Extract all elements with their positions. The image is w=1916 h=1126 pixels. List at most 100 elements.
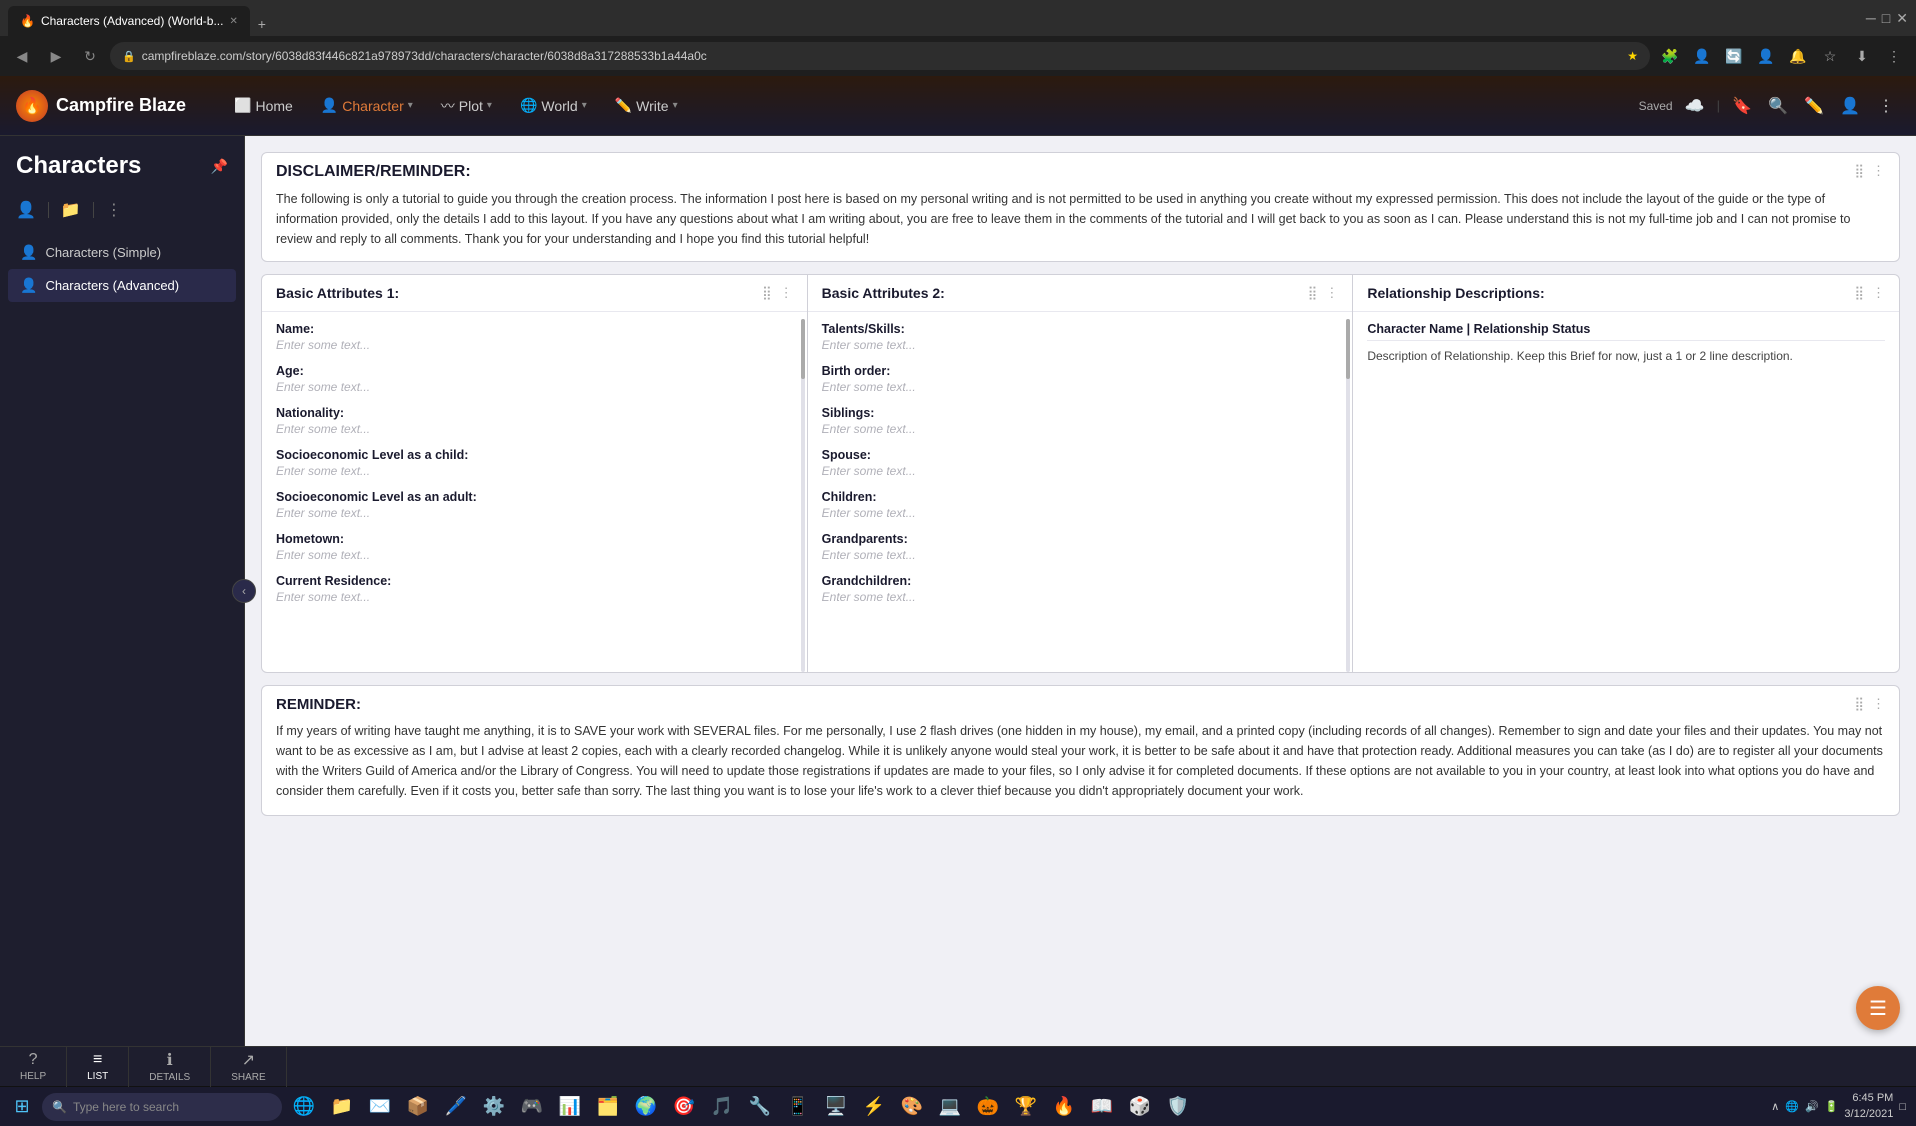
- sidebar-person-icon[interactable]: 👤: [16, 200, 36, 220]
- field-current-residence-value[interactable]: Enter some text...: [276, 590, 793, 604]
- field-hometown-value[interactable]: Enter some text...: [276, 548, 793, 562]
- taskbar-app-7[interactable]: 📊: [552, 1089, 588, 1125]
- taskbar-clock[interactable]: 6:45 PM 3/12/2021: [1844, 1091, 1893, 1122]
- taskbar-app-11[interactable]: 🎵: [704, 1089, 740, 1125]
- col3-more-icon[interactable]: ⋮: [1872, 285, 1885, 301]
- field-nationality-value[interactable]: Enter some text...: [276, 422, 793, 436]
- field-spouse-value[interactable]: Enter some text...: [822, 464, 1339, 478]
- col2-more-icon[interactable]: ⋮: [1325, 285, 1338, 301]
- taskbar-network-icon[interactable]: 🌐: [1785, 1100, 1799, 1113]
- field-grandparents-value[interactable]: Enter some text...: [822, 548, 1339, 562]
- bookmark-header-icon[interactable]: 🔖: [1728, 92, 1756, 120]
- more-options-icon[interactable]: ⋮: [1872, 92, 1900, 120]
- forward-btn[interactable]: ▶: [42, 42, 70, 70]
- account-icon[interactable]: 👤: [1836, 92, 1864, 120]
- floating-action-btn[interactable]: ☰: [1856, 986, 1900, 1030]
- col2-drag-icon[interactable]: ⣿: [1308, 285, 1318, 301]
- field-talents-value[interactable]: Enter some text...: [822, 338, 1339, 352]
- bell-icon[interactable]: 🔔: [1784, 42, 1812, 70]
- nav-home[interactable]: ⬜ Home: [222, 91, 305, 120]
- col3-drag-icon[interactable]: ⣿: [1854, 285, 1864, 301]
- col2-scrollbar[interactable]: [1346, 319, 1350, 672]
- taskbar-app-22[interactable]: 🎲: [1122, 1089, 1158, 1125]
- taskbar-app-21[interactable]: 📖: [1084, 1089, 1120, 1125]
- settings-dots-icon[interactable]: ⋮: [1880, 42, 1908, 70]
- edit-header-icon[interactable]: ✏️: [1800, 92, 1828, 120]
- taskbar-app-5[interactable]: ⚙️: [476, 1089, 512, 1125]
- new-tab-btn[interactable]: +: [250, 12, 274, 36]
- cloud-icon[interactable]: ☁️: [1681, 92, 1709, 120]
- taskbar-app-17[interactable]: 💻: [932, 1089, 968, 1125]
- toolbar-details-btn[interactable]: ℹ DETAILS: [129, 1047, 211, 1087]
- start-btn[interactable]: ⊞: [6, 1091, 38, 1123]
- field-birth-order-value[interactable]: Enter some text...: [822, 380, 1339, 394]
- taskbar-app-19[interactable]: 🏆: [1008, 1089, 1044, 1125]
- taskbar-app-16[interactable]: 🎨: [894, 1089, 930, 1125]
- app-logo[interactable]: 🔥 Campfire Blaze: [16, 90, 186, 122]
- sidebar-item-advanced[interactable]: 👤 Characters (Advanced): [8, 269, 236, 302]
- taskbar-app-12[interactable]: 🔧: [742, 1089, 778, 1125]
- sidebar-more-icon[interactable]: ⋮: [106, 200, 122, 220]
- field-children-value[interactable]: Enter some text...: [822, 506, 1339, 520]
- extensions-icon[interactable]: 🧩: [1656, 42, 1684, 70]
- taskbar-app-8[interactable]: 🗂️: [590, 1089, 626, 1125]
- reminder-drag-icon[interactable]: ⣿: [1854, 696, 1864, 712]
- field-grandchildren-value[interactable]: Enter some text...: [822, 590, 1339, 604]
- back-btn[interactable]: ◀: [8, 42, 36, 70]
- taskbar-app-0[interactable]: 🌐: [286, 1089, 322, 1125]
- taskbar-app-3[interactable]: 📦: [400, 1089, 436, 1125]
- nav-write[interactable]: ✏️ Write ▾: [603, 91, 690, 120]
- taskbar-battery-icon[interactable]: 🔋: [1825, 1100, 1839, 1113]
- toolbar-list-btn[interactable]: ≡ LIST: [67, 1047, 129, 1087]
- taskbar-app-18[interactable]: 🎃: [970, 1089, 1006, 1125]
- taskbar-chevron-icon[interactable]: ∧: [1771, 1100, 1779, 1113]
- disclaimer-more-icon[interactable]: ⋮: [1872, 163, 1885, 179]
- field-name-value[interactable]: Enter some text...: [276, 338, 793, 352]
- taskbar-app-20[interactable]: 🔥: [1046, 1089, 1082, 1125]
- taskbar-app-9[interactable]: 🌍: [628, 1089, 664, 1125]
- address-bar[interactable]: 🔒 campfireblaze.com/story/6038d83f446c82…: [110, 42, 1650, 70]
- taskbar-app-13[interactable]: 📱: [780, 1089, 816, 1125]
- nav-plot[interactable]: 〰 Plot ▾: [429, 90, 504, 122]
- taskbar-app-6[interactable]: 🎮: [514, 1089, 550, 1125]
- close-btn[interactable]: ✕: [1896, 10, 1908, 27]
- field-age-value[interactable]: Enter some text...: [276, 380, 793, 394]
- minimize-btn[interactable]: ─: [1866, 10, 1876, 27]
- nav-world[interactable]: 🌐 World ▾: [508, 91, 599, 120]
- user-icon[interactable]: 👤: [1752, 42, 1780, 70]
- sync-icon[interactable]: 🔄: [1720, 42, 1748, 70]
- taskbar-app-15[interactable]: ⚡: [856, 1089, 892, 1125]
- col1-scrollbar[interactable]: [801, 319, 805, 672]
- taskbar-app-23[interactable]: 🛡️: [1160, 1089, 1196, 1125]
- sidebar-collapse-btn[interactable]: ‹: [232, 579, 256, 603]
- field-socio-adult-value[interactable]: Enter some text...: [276, 506, 793, 520]
- nav-character[interactable]: 👤 Character ▾: [309, 91, 425, 120]
- bookmark-star-icon[interactable]: ☆: [1816, 42, 1844, 70]
- taskbar-app-4[interactable]: 🖊️: [438, 1089, 474, 1125]
- field-socio-child-value[interactable]: Enter some text...: [276, 464, 793, 478]
- search-header-icon[interactable]: 🔍: [1764, 92, 1792, 120]
- col1-more-icon[interactable]: ⋮: [780, 285, 793, 301]
- taskbar-sound-icon[interactable]: 🔊: [1805, 1100, 1819, 1113]
- sidebar-folder-icon[interactable]: 📁: [61, 200, 81, 220]
- restore-btn[interactable]: □: [1882, 10, 1890, 27]
- toolbar-help-btn[interactable]: ? HELP: [0, 1047, 67, 1087]
- refresh-btn[interactable]: ↻: [76, 42, 104, 70]
- taskbar-app-2[interactable]: ✉️: [362, 1089, 398, 1125]
- taskbar-app-14[interactable]: 🖥️: [818, 1089, 854, 1125]
- taskbar-app-1[interactable]: 📁: [324, 1089, 360, 1125]
- reminder-more-icon[interactable]: ⋮: [1872, 696, 1885, 712]
- taskbar-notification-icon[interactable]: □: [1899, 1101, 1906, 1113]
- tab-close-btn[interactable]: ✕: [229, 16, 237, 27]
- taskbar-app-10[interactable]: 🎯: [666, 1089, 702, 1125]
- disclaimer-drag-icon[interactable]: ⣿: [1854, 163, 1864, 179]
- download-icon[interactable]: ⬇: [1848, 42, 1876, 70]
- pin-icon[interactable]: 📌: [211, 158, 228, 175]
- col1-drag-icon[interactable]: ⣿: [762, 285, 772, 301]
- browser-tab-active[interactable]: 🔥 Characters (Advanced) (World-b... ✕: [8, 6, 250, 36]
- taskbar-search[interactable]: 🔍 Type here to search: [42, 1093, 282, 1121]
- toolbar-share-btn[interactable]: ↗ SHARE: [211, 1047, 286, 1087]
- profile-icon[interactable]: 👤: [1688, 42, 1716, 70]
- sidebar-item-simple[interactable]: 👤 Characters (Simple): [8, 236, 236, 269]
- field-siblings-value[interactable]: Enter some text...: [822, 422, 1339, 436]
